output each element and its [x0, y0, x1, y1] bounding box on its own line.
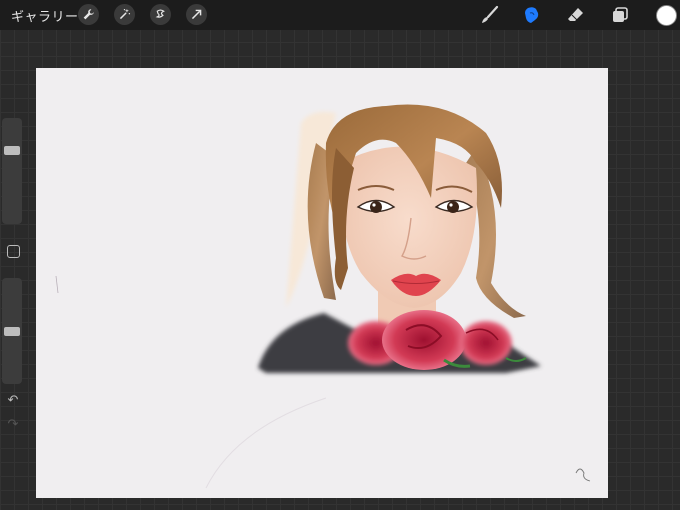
selection-icon	[155, 9, 165, 18]
layers-icon	[613, 7, 628, 22]
wrench-icon	[83, 9, 94, 20]
selection-button[interactable]	[150, 4, 171, 25]
transform-icon	[191, 9, 202, 20]
redo-button[interactable]: ↷	[5, 418, 21, 432]
smudge-tool[interactable]	[520, 3, 544, 27]
redo-icon: ↷	[7, 417, 19, 432]
magic-wand-icon	[119, 8, 131, 20]
portrait-artwork	[55, 104, 591, 489]
color-picker-button[interactable]	[656, 5, 677, 26]
brush-size-thumb[interactable]	[4, 146, 20, 156]
drawing-canvas[interactable]	[36, 68, 608, 498]
transform-button[interactable]	[186, 4, 207, 25]
left-sidebar: ↶ ↷	[2, 118, 24, 436]
undo-button[interactable]: ↶	[5, 394, 21, 408]
actions-button[interactable]	[78, 4, 99, 25]
brush-size-slider[interactable]	[2, 118, 22, 224]
top-toolbar: ギャラリー	[0, 0, 680, 30]
opacity-slider[interactable]	[2, 278, 22, 384]
eraser-tool[interactable]	[564, 3, 588, 27]
opacity-thumb[interactable]	[4, 326, 20, 336]
eraser-icon	[568, 8, 583, 21]
layers-button[interactable]	[608, 3, 632, 27]
brush-icon	[482, 5, 499, 23]
brush-tool[interactable]	[478, 3, 502, 27]
modify-button[interactable]	[7, 245, 20, 258]
adjustments-button[interactable]	[114, 4, 135, 25]
smudge-icon	[525, 7, 539, 23]
undo-icon: ↶	[7, 393, 19, 408]
gallery-button[interactable]: ギャラリー	[11, 6, 79, 25]
